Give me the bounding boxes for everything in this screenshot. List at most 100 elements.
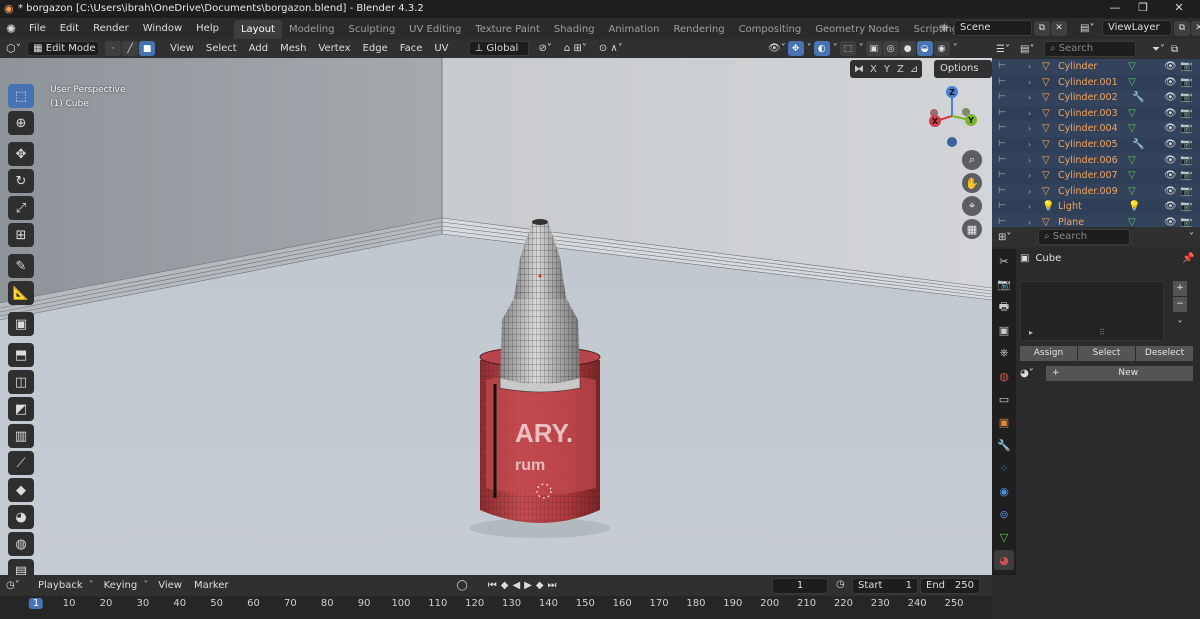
mesh-overlay-dropdown-icon[interactable]: ˅ — [857, 41, 866, 56]
axis-y-toggle[interactable]: Y — [884, 64, 890, 75]
visibility-eye-icon[interactable]: 👁 — [1164, 184, 1177, 200]
outliner-item-name[interactable]: Cylinder.006 — [1058, 153, 1118, 169]
menu-select[interactable]: Select — [200, 39, 243, 58]
expand-arrow-icon[interactable]: › — [1028, 59, 1031, 75]
resize-handle-icon[interactable]: ⠿ — [1099, 328, 1105, 337]
tab-rendering[interactable]: Rendering — [666, 20, 731, 39]
face-select-icon[interactable]: ■ — [139, 41, 156, 56]
deselect-button[interactable]: Deselect — [1136, 346, 1193, 361]
menu-file[interactable]: File — [22, 18, 53, 39]
prev-keyframe-icon[interactable]: ◆ — [501, 580, 513, 591]
menu-window[interactable]: Window — [136, 18, 189, 39]
3d-viewport[interactable]: ARY. rum User Perspective (1) Cube ⬚ ⊕ ✥… — [0, 58, 992, 575]
render-camera-icon[interactable]: 📷 — [1180, 184, 1192, 200]
end-frame-field[interactable]: End 250 — [920, 578, 980, 594]
minimize-icon[interactable]: — — [1100, 1, 1130, 17]
outliner-search-input[interactable]: ⌕ Search — [1044, 41, 1136, 57]
render-camera-icon[interactable]: 📷 — [1180, 75, 1192, 91]
render-camera-icon[interactable]: 📷 — [1180, 137, 1192, 153]
filter-icon[interactable]: ⏷˅ — [1152, 44, 1165, 55]
outliner-row[interactable]: ⊢ › ▽ Cylinder.003 ▽ 👁 📷 — [992, 105, 1200, 122]
next-keyframe-icon[interactable]: ◆ — [536, 580, 548, 591]
start-frame-field[interactable]: Start 1 — [852, 578, 918, 594]
slot-specials-icon[interactable]: ˅ — [1173, 320, 1187, 331]
current-frame-field[interactable]: 1 — [772, 578, 828, 594]
render-camera-icon[interactable]: 📷 — [1180, 168, 1192, 184]
menu-add[interactable]: Add — [243, 39, 274, 58]
outliner-row[interactable]: ⊢ › ▽ Cylinder.009 ▽ 👁 📷 — [992, 183, 1200, 200]
zoom-icon[interactable]: ⌕ — [962, 150, 982, 170]
mode-selector[interactable]: ▦ Edit Mode — [27, 41, 100, 56]
mesh-overlay-icon[interactable]: ⬚ — [839, 41, 856, 56]
particles-tab-icon[interactable]: ⁘ — [994, 458, 1014, 478]
properties-options-icon[interactable]: ˅ — [1189, 232, 1194, 243]
collection-tab-icon[interactable]: ▭ — [994, 389, 1014, 409]
menu-playback[interactable]: Playback — [32, 576, 89, 595]
preview-range-icon[interactable]: ◷ — [836, 579, 845, 590]
shading-dropdown-icon[interactable]: ˅ — [951, 41, 960, 56]
tool-tab-icon[interactable]: ✂ — [994, 251, 1014, 271]
pivot-point-icon[interactable]: ⊘˅ — [533, 39, 558, 58]
outliner-row[interactable]: ⊢ › ▽ Cylinder.004 ▽ 👁 📷 — [992, 121, 1200, 137]
visibility-icon[interactable]: 👁˅ — [766, 41, 788, 56]
axis-z-toggle[interactable]: Z — [897, 64, 904, 75]
visibility-eye-icon[interactable]: 👁 — [1164, 153, 1177, 169]
bevel-tool-icon[interactable]: ◩ — [8, 397, 34, 421]
edge-select-icon[interactable]: ╱ — [122, 41, 139, 56]
outliner-row[interactable]: ⊢ › ▽ Cylinder.006 ▽ 👁 📷 — [992, 152, 1200, 169]
tab-layout[interactable]: Layout — [233, 20, 282, 39]
output-tab-icon[interactable]: 🖶 — [994, 297, 1014, 317]
tab-geometry-nodes[interactable]: Geometry Nodes — [808, 20, 906, 39]
tab-sculpting[interactable]: Sculpting — [341, 20, 402, 39]
annotate-tool-icon[interactable]: ✎ — [8, 254, 34, 278]
expand-icon[interactable]: ▸ — [1029, 328, 1033, 337]
xray-toggle-icon[interactable]: ▣ — [865, 41, 882, 56]
render-tab-icon[interactable]: 📷 — [994, 274, 1014, 294]
menu-timeline-view[interactable]: View — [152, 576, 188, 595]
navigation-gizmo[interactable]: Z X Y — [920, 84, 984, 148]
tab-modeling[interactable]: Modeling — [282, 20, 342, 39]
menu-mesh[interactable]: Mesh — [274, 39, 312, 58]
visibility-eye-icon[interactable]: 👁 — [1164, 90, 1177, 106]
snap-icon[interactable]: ⌂ ⊞˅ — [558, 39, 593, 58]
cursor-tool-icon[interactable]: ⊕ — [8, 111, 34, 135]
auto-key-icon[interactable]: ◯ — [457, 580, 468, 591]
menu-edge[interactable]: Edge — [357, 39, 394, 58]
close-icon[interactable]: ✕ — [1164, 1, 1194, 17]
new-view-layer-icon[interactable]: ⧉ — [1174, 20, 1190, 36]
material-slot-list[interactable]: ▸ ⠿ — [1020, 281, 1164, 341]
auto-merge-icon[interactable]: ⊿ — [910, 64, 918, 75]
assign-button[interactable]: Assign — [1020, 346, 1077, 361]
expand-arrow-icon[interactable]: › — [1028, 75, 1031, 91]
menu-keying[interactable]: Keying — [98, 576, 144, 595]
display-mode-icon[interactable]: ▤˅ — [1020, 44, 1044, 55]
modifier-tab-icon[interactable]: 🔧 — [994, 435, 1014, 455]
camera-view-icon[interactable]: ⌖ — [962, 196, 982, 216]
material-browse-icon[interactable]: ◕˅ — [1020, 368, 1046, 379]
visibility-eye-icon[interactable]: 👁 — [1164, 121, 1177, 137]
scene-icon[interactable]: ⎈ — [940, 21, 954, 35]
expand-arrow-icon[interactable]: › — [1028, 153, 1031, 169]
menu-render[interactable]: Render — [86, 18, 136, 39]
view-layer-icon[interactable]: ▤˅ — [1080, 23, 1102, 34]
expand-arrow-icon[interactable]: › — [1028, 106, 1031, 122]
timeline-editor-icon[interactable]: ◷˅ — [6, 580, 32, 591]
proportional-edit-icon[interactable]: ⊙ ∧˅ — [593, 39, 629, 58]
menu-uv[interactable]: UV — [428, 39, 454, 58]
visibility-eye-icon[interactable]: 👁 — [1164, 168, 1177, 184]
maximize-icon[interactable]: ❐ — [1128, 1, 1158, 17]
expand-arrow-icon[interactable]: › — [1028, 121, 1031, 137]
expand-arrow-icon[interactable]: › — [1028, 199, 1031, 215]
visibility-eye-icon[interactable]: 👁 — [1164, 199, 1177, 215]
select-button[interactable]: Select — [1078, 346, 1135, 361]
mirror-icon[interactable]: ⧓ — [854, 64, 864, 75]
transform-tool-icon[interactable]: ⊞ — [8, 223, 34, 247]
pin-icon[interactable]: 📌 — [1182, 253, 1194, 264]
outliner-item-name[interactable]: Cylinder.009 — [1058, 184, 1118, 200]
menu-marker[interactable]: Marker — [188, 576, 235, 595]
menu-face[interactable]: Face — [394, 39, 429, 58]
remove-slot-icon[interactable]: − — [1173, 297, 1187, 312]
overlay-toggle-icon[interactable]: ◐ — [813, 41, 830, 56]
wireframe-shading-icon[interactable]: ◎ — [882, 41, 899, 56]
material-tab-icon[interactable]: ◕ — [994, 550, 1014, 570]
